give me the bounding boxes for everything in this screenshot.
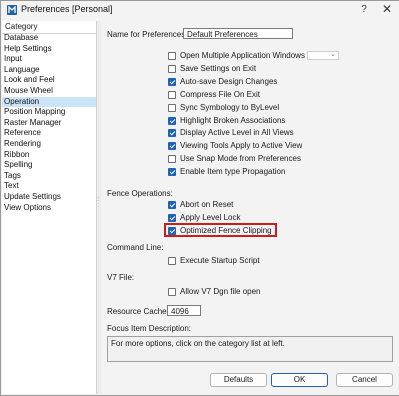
window-title: Preferences [Personal] xyxy=(21,4,113,14)
preferences-dialog: Preferences [Personal] ? ✕ Category Data… xyxy=(0,0,399,396)
checked-checkbox-icon[interactable] xyxy=(168,168,176,177)
option-checkbox-label: Display Active Level in All Views xyxy=(180,128,294,138)
unchecked-checkbox-icon[interactable] xyxy=(168,257,176,265)
focus-item-description-box: For more options, click on the category … xyxy=(107,336,393,362)
category-item[interactable]: Operation xyxy=(2,96,96,108)
v7-file-label: V7 File: xyxy=(107,273,135,282)
option-checkbox-label: Open Multiple Application Windows xyxy=(180,51,305,60)
checked-checkbox-icon[interactable] xyxy=(168,77,176,86)
close-button[interactable]: ✕ xyxy=(380,3,394,16)
category-item[interactable]: Raster Manager xyxy=(2,118,96,129)
fence-operations-label: Fence Operations: xyxy=(107,189,173,198)
option-checkbox-label: Save Settings on Exit xyxy=(180,63,257,73)
option-checkbox-label: Use Snap Mode from Preferences xyxy=(180,154,301,164)
name-for-preferences-input[interactable]: Default Preferences xyxy=(183,28,293,39)
option-checkbox-label: Highlight Broken Associations xyxy=(180,115,286,125)
allow-v7-dgn-label: Allow V7 Dgn file open xyxy=(180,287,261,296)
checked-checkbox-icon[interactable] xyxy=(168,116,176,125)
focus-item-description-label: Focus Item Description: xyxy=(107,324,192,333)
category-item[interactable]: Input xyxy=(2,54,96,65)
unchecked-checkbox-icon[interactable] xyxy=(168,64,176,73)
resource-cache-input[interactable]: 4096 xyxy=(167,305,201,316)
command-line-label: Command Line: xyxy=(107,243,164,252)
category-item[interactable]: Tags xyxy=(2,171,96,182)
highlight-box xyxy=(164,223,277,237)
option-checkbox-label: Viewing Tools Apply to Active View xyxy=(180,141,303,151)
name-for-preferences-label: Name for Preferences: xyxy=(107,30,188,39)
category-item[interactable]: Ribbon xyxy=(2,150,96,161)
category-item[interactable]: Spelling xyxy=(2,160,96,171)
category-item[interactable]: Mouse Wheel xyxy=(2,86,96,97)
unchecked-checkbox-icon[interactable] xyxy=(168,90,176,99)
category-item[interactable]: Text xyxy=(2,181,96,192)
category-item[interactable]: Look and Feel xyxy=(2,75,96,86)
splitter-grip-icon[interactable]: · · · · xyxy=(97,195,100,210)
category-item[interactable]: View Options xyxy=(2,203,96,214)
unchecked-checkbox-icon[interactable] xyxy=(168,52,176,60)
option-checkbox-label: Auto-save Design Changes xyxy=(180,76,278,86)
option-checkbox-label: Enable Item type Propagation xyxy=(180,167,286,177)
title-bar: Preferences [Personal] ? ✕ xyxy=(1,1,399,19)
microstation-icon xyxy=(7,5,17,15)
category-item[interactable]: Help Settings xyxy=(2,44,96,55)
multiple-windows-dropdown[interactable]: ⌄ xyxy=(307,51,339,60)
category-list: Database Help Settings Input Language Look a… xyxy=(2,33,96,213)
ok-button[interactable]: OK xyxy=(271,373,328,387)
option-checkbox-label: Sync Symbology to ByLevel xyxy=(180,102,280,112)
unchecked-checkbox-icon[interactable] xyxy=(168,288,176,296)
cancel-button[interactable]: Cancel xyxy=(336,373,393,387)
fence-option-checkbox-label: Abort on Reset xyxy=(180,200,234,209)
category-item[interactable]: Rendering xyxy=(2,139,96,150)
fence-option-checkbox-label: Apply Level Lock xyxy=(180,212,241,222)
unchecked-checkbox-icon[interactable] xyxy=(168,155,176,164)
focus-description-text: For more options, click on the category … xyxy=(111,339,285,348)
checked-checkbox-icon[interactable] xyxy=(168,213,176,222)
checked-checkbox-icon[interactable] xyxy=(168,129,176,138)
checked-checkbox-icon[interactable] xyxy=(168,201,176,209)
category-item[interactable]: Language xyxy=(2,65,96,76)
execute-startup-script-label: Execute Startup Script xyxy=(180,256,260,265)
chevron-down-icon: ⌄ xyxy=(330,51,336,58)
unchecked-checkbox-icon[interactable] xyxy=(168,103,176,112)
help-button[interactable]: ? xyxy=(357,4,371,16)
category-item[interactable]: Reference xyxy=(2,128,96,139)
category-item[interactable]: Position Mapping xyxy=(2,107,96,118)
option-checkbox-label: Compress File On Exit xyxy=(180,89,261,99)
category-item[interactable]: Update Settings xyxy=(2,192,96,203)
category-panel: Category Database Help Settings Input Langu… xyxy=(2,21,97,394)
category-item[interactable]: Database xyxy=(2,33,96,44)
defaults-button[interactable]: Defaults xyxy=(210,373,267,387)
checked-checkbox-icon[interactable] xyxy=(168,142,176,151)
resource-cache-label: Resource Cache: xyxy=(107,307,169,316)
